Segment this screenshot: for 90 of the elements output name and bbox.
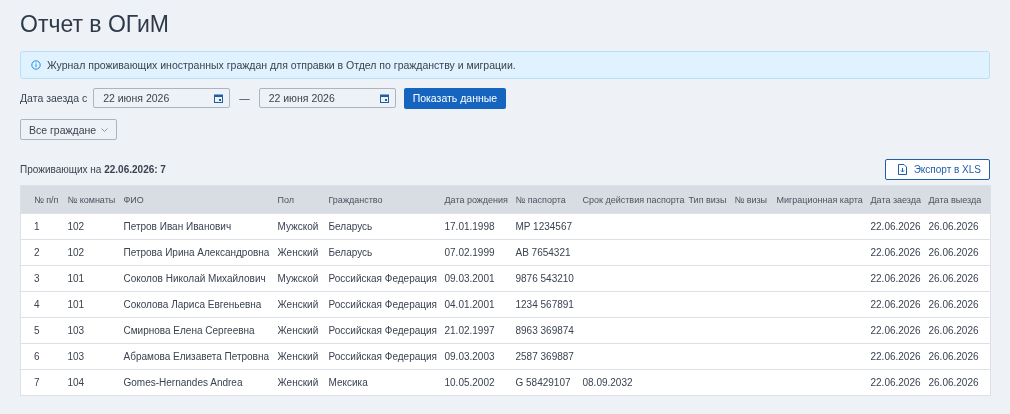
table-cell: Женский [277,377,319,388]
column-header: № комнаты [60,185,117,214]
table-cell: 102 [67,221,85,232]
table-cell: Мексика [328,377,368,388]
table-cell: 103 [67,325,85,336]
table-cell: Российская Федерация [328,299,437,310]
table-cell: Соколова Лариса Евгеньевна [123,299,262,310]
citizens-dropdown[interactable]: Все граждане [20,119,118,140]
table-cell: Женский [277,299,319,310]
table-cell: 22.06.2026 [870,221,921,232]
table-cell: 8963 369874 [515,325,574,336]
residents-count: Проживающих на 22.06.2026: 7 [20,164,166,175]
table-cell: 26.06.2026 [928,273,979,284]
range-dash: — [239,92,250,104]
table-cell: 101 [67,273,85,284]
export-button[interactable]: Экспорт в XLS [884,159,990,180]
table-cell: Абрамова Елизавета Петровна [123,351,269,362]
table-cell: Беларусь [328,247,373,258]
calendar-icon [379,93,389,103]
calendar-icon [214,93,224,103]
table-cell: 2587 369887 [515,351,574,362]
table-cell: AB 7654321 [515,247,571,258]
table-cell: 6 [34,351,40,362]
column-header: Дата выезда [921,185,991,214]
chevron-down-icon [101,127,109,132]
column-header: ФИО [116,185,271,214]
table-cell: Беларусь [328,221,373,232]
table-cell: 26.06.2026 [928,351,979,362]
table-cell: 26.06.2026 [928,221,979,232]
table-cell: 1 [34,221,40,232]
table-cell: 09.03.2001 [444,273,495,284]
table-cell: 2 [34,247,40,258]
column-header: Дата заезда [863,185,922,214]
table-cell: 102 [67,247,85,258]
table-cell: 7 [34,377,40,388]
table-cell: Смирнова Елена Сергеевна [123,325,255,336]
table-cell: 22.06.2026 [870,325,921,336]
table-cell: 26.06.2026 [928,377,979,388]
file-icon [897,164,907,175]
table-cell: 21.02.1997 [444,325,495,336]
table-cell: Мужской [277,221,319,232]
table-cell: 4 [34,299,40,310]
table-cell: 22.06.2026 [870,247,921,258]
date-from-field[interactable]: 22 июня 2026 [93,88,231,108]
table-cell: Российская Федерация [328,273,437,284]
column-header: № визы [727,185,770,214]
table-cell: Петрова Ирина Александровна [123,247,270,258]
info-icon [31,60,41,70]
table-cell: Соколов Николай Михайлович [123,273,266,284]
column-header: Дата рождения [437,185,509,214]
table-cell: 5 [34,325,40,336]
table-cell: Женский [277,325,319,336]
column-header: № п/п [20,185,61,214]
table-cell: 104 [67,377,85,388]
show-data-button[interactable]: Показать данные [403,87,507,109]
table-cell: 26.06.2026 [928,247,979,258]
table-cell: 1234 567891 [515,299,574,310]
column-header: Пол [270,185,322,214]
table-cell: 9876 543210 [515,273,574,284]
table-cell: 101 [67,299,85,310]
table-cell: 3 [34,273,40,284]
table-cell: 22.06.2026 [870,299,921,310]
info-text: Журнал проживающих иностранных граждан для отправки в Отдел по гражданству и миграции. [47,59,516,71]
table-cell: Женский [277,351,319,362]
table-cell: 10.05.2002 [444,377,495,388]
column-header: Гражданство [321,185,438,214]
table-cell: Петров Иван Иванович [123,221,232,232]
table-cell: Женский [277,247,319,258]
page-title: Отчет в ОГиМ [20,11,171,38]
table-cell: Российская Федерация [328,351,437,362]
date-label: Дата заезда с [20,92,88,104]
table-cell: 103 [67,351,85,362]
table-cell: 26.06.2026 [928,325,979,336]
column-header: № паспорта [508,185,576,214]
table-cell: 22.06.2026 [870,273,921,284]
table-cell: G 58429107 [515,377,571,388]
table-cell: Мужской [277,273,319,284]
table-cell: 04.01.2001 [444,299,495,310]
date-to-field[interactable]: 22 июня 2026 [258,88,396,108]
table-cell: 26.06.2026 [928,299,979,310]
table-cell: 22.06.2026 [870,351,921,362]
table-cell: 07.02.1999 [444,247,495,258]
column-header: Миграционная карта [769,185,864,214]
table-cell: 22.06.2026 [870,377,921,388]
table-cell: 17.01.1998 [444,221,495,232]
table-cell: MP 1234567 [515,221,573,232]
table-cell: 08.09.2032 [582,377,633,388]
table-cell: Gomes-Hernandes Andrea [123,377,243,388]
table-cell: 09.03.2003 [444,351,495,362]
table-cell: Российская Федерация [328,325,437,336]
